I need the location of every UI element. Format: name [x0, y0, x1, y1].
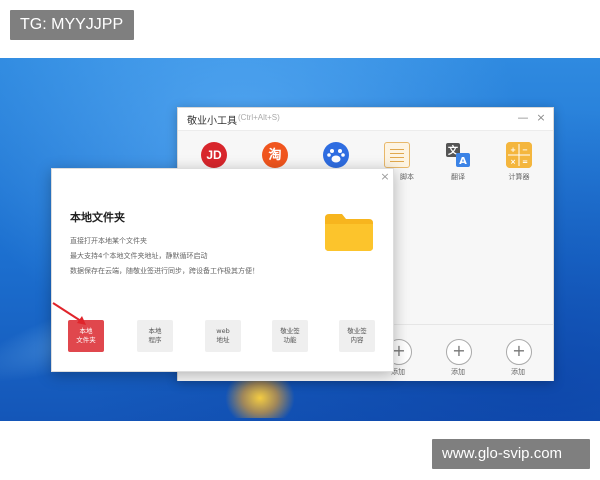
- notes-icon[interactable]: [384, 142, 410, 168]
- dialog-title: 本地文件夹: [70, 211, 125, 224]
- calculator-label: 计算器: [508, 173, 530, 181]
- tab-app-content[interactable]: 敬业签 内容: [339, 320, 375, 352]
- jd-app-icon[interactable]: JD: [201, 142, 227, 168]
- svg-text:−: −: [522, 146, 528, 154]
- dialog-close-icon[interactable]: ×: [379, 171, 391, 183]
- window-titlebar[interactable]: 敬业小工具 (Ctrl+Alt+S) — ×: [178, 108, 553, 131]
- dialog-desc-line-3: 数据保存在云端，随敬业签进行同步，跨设备工作极其方便！: [70, 267, 259, 275]
- top-watermark: TG: MYYJJPP: [10, 10, 134, 40]
- translate-icon[interactable]: 文 A: [445, 142, 471, 168]
- tab-web-address-line1: web: [216, 327, 230, 335]
- add-slot-label-2: 添加: [451, 368, 465, 376]
- tab-local-folder-line1: 本地: [79, 327, 93, 335]
- tab-app-content-line2: 内容: [350, 336, 364, 344]
- svg-text:A: A: [459, 156, 467, 167]
- tab-local-program[interactable]: 本地 程序: [137, 320, 173, 352]
- folder-icon: [325, 214, 373, 251]
- tab-web-address[interactable]: web 地址: [205, 320, 241, 352]
- close-icon[interactable]: ×: [534, 111, 548, 125]
- tab-web-address-line2: 地址: [216, 336, 230, 344]
- tab-local-folder-line2: 文件夹: [76, 336, 96, 344]
- add-slot-button-2[interactable]: +: [446, 339, 472, 365]
- add-slot-button-3[interactable]: +: [506, 339, 532, 365]
- window-title: 敬业小工具: [187, 116, 237, 127]
- tab-local-program-line1: 本地: [148, 327, 162, 335]
- tab-app-function-line1: 敬业签: [280, 327, 300, 335]
- svg-text:+: +: [510, 146, 516, 154]
- svg-text:=: =: [522, 158, 528, 166]
- red-arrow-pointer: [52, 302, 86, 325]
- dialog-desc-line-1: 直接打开本地某个文件夹: [70, 237, 147, 245]
- tab-app-function-line2: 功能: [283, 336, 297, 344]
- calculator-icon[interactable]: + − × =: [506, 142, 532, 168]
- taobao-app-icon[interactable]: 淘: [262, 142, 288, 168]
- tab-app-function[interactable]: 敬业签 功能: [272, 320, 308, 352]
- svg-text:×: ×: [510, 158, 516, 166]
- minimize-icon[interactable]: —: [516, 111, 530, 125]
- local-folder-dialog: × 本地文件夹 直接打开本地某个文件夹 最大支持4个本地文件夹地址，静默循环启动…: [51, 168, 394, 372]
- dialog-desc-line-2: 最大支持4个本地文件夹地址，静默循环启动: [70, 252, 208, 260]
- baidu-paw-icon[interactable]: [323, 142, 349, 168]
- notes-label: 脚本: [400, 173, 414, 181]
- tab-app-content-line1: 敬业签: [347, 327, 367, 335]
- translate-label: 翻译: [451, 173, 465, 181]
- window-shortcut-hint: (Ctrl+Alt+S): [238, 113, 280, 122]
- tab-local-program-line2: 程序: [148, 336, 162, 344]
- bottom-watermark: www.glo-svip.com: [432, 439, 590, 469]
- add-slot-label-3: 添加: [511, 368, 525, 376]
